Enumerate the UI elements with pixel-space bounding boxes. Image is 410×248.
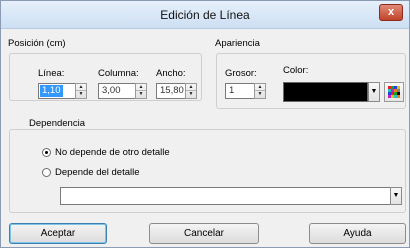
- columna-label: Columna:: [98, 68, 139, 79]
- linea-spin-buttons[interactable]: ▲ ▼: [75, 83, 87, 99]
- ancho-spinner[interactable]: 15,80 ▲ ▼: [156, 83, 197, 99]
- ancho-input[interactable]: 15,80: [158, 85, 186, 97]
- color-swatch[interactable]: [283, 82, 368, 102]
- columna-spinner[interactable]: 3,00 ▲ ▼: [98, 83, 147, 99]
- columna-spin-buttons[interactable]: ▲ ▼: [135, 83, 147, 99]
- no-depende-label[interactable]: No depende de otro detalle: [55, 147, 170, 158]
- apariencia-group-label: Apariencia: [215, 38, 260, 49]
- posicion-group-label: Posición (cm): [8, 38, 66, 49]
- palette-cell: [397, 95, 400, 98]
- spin-down-icon[interactable]: ▼: [136, 91, 146, 98]
- radio-no-depende[interactable]: [42, 148, 51, 157]
- close-button[interactable]: x: [379, 4, 403, 21]
- linea-label: Línea:: [38, 68, 65, 79]
- columna-input[interactable]: 3,00: [100, 85, 123, 97]
- color-palette-button[interactable]: [384, 82, 404, 102]
- chevron-down-icon: ▼: [392, 192, 400, 199]
- color-label: Color:: [283, 65, 309, 76]
- spin-up-icon[interactable]: ▲: [186, 84, 196, 91]
- help-button[interactable]: Ayuda: [309, 223, 406, 244]
- ancho-spin-buttons[interactable]: ▲ ▼: [185, 83, 197, 99]
- grosor-spin-buttons[interactable]: ▲ ▼: [254, 83, 266, 99]
- chevron-down-icon: ▼: [370, 88, 378, 95]
- radio-depende[interactable]: [42, 168, 51, 177]
- ancho-label: Ancho:: [156, 68, 186, 79]
- grosor-input[interactable]: 1: [227, 85, 236, 97]
- spin-up-icon[interactable]: ▲: [136, 84, 146, 91]
- spin-up-icon[interactable]: ▲: [76, 84, 86, 91]
- dependencia-group-label: Dependencia: [29, 118, 85, 129]
- title-bar[interactable]: Edición de Línea x: [1, 1, 409, 29]
- spin-down-icon[interactable]: ▼: [76, 91, 86, 98]
- grosor-spinner[interactable]: 1 ▲ ▼: [225, 83, 266, 99]
- linea-spinner[interactable]: 1,10 ▲ ▼: [38, 83, 87, 99]
- window-title: Edición de Línea: [160, 8, 250, 22]
- grosor-label: Grosor:: [225, 68, 257, 79]
- detalle-dropdown-button[interactable]: ▼: [390, 187, 402, 205]
- close-icon: x: [387, 6, 395, 18]
- edicion-linea-dialog: Edición de Línea x Posición (cm) Línea: …: [0, 0, 410, 248]
- color-dropdown-button[interactable]: ▼: [368, 82, 380, 102]
- detalle-combobox[interactable]: ▼: [60, 187, 402, 205]
- spin-down-icon[interactable]: ▼: [255, 91, 265, 98]
- spin-up-icon[interactable]: ▲: [255, 84, 265, 91]
- depende-label[interactable]: Depende del detalle: [55, 167, 140, 178]
- cancel-button[interactable]: Cancelar: [149, 223, 259, 244]
- accept-button[interactable]: Aceptar: [9, 223, 107, 244]
- spin-down-icon[interactable]: ▼: [186, 91, 196, 98]
- linea-input[interactable]: 1,10: [40, 85, 63, 97]
